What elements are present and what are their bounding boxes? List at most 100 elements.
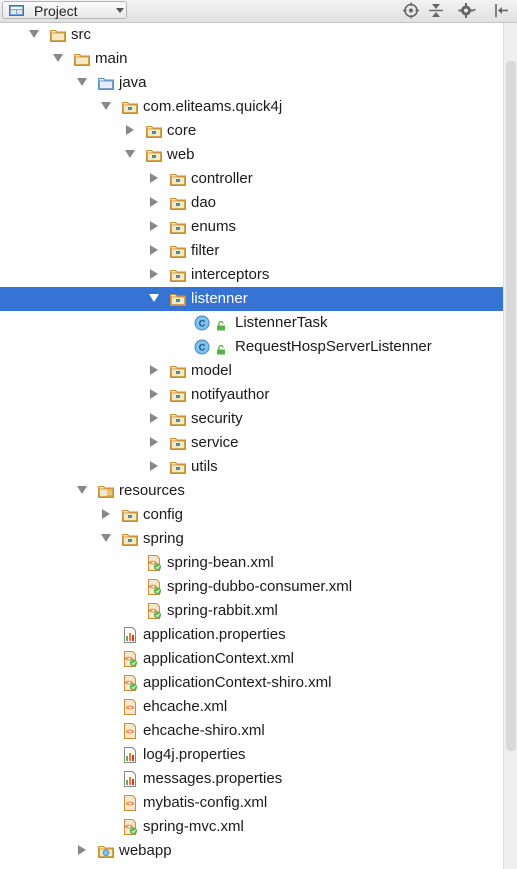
package-icon bbox=[170, 243, 186, 259]
project-view-label: Project bbox=[34, 3, 78, 19]
tree-item[interactable]: <> ehcache.xml bbox=[0, 695, 503, 719]
collapsed-arrow-icon[interactable] bbox=[150, 221, 158, 231]
tree-item[interactable]: application.properties bbox=[0, 623, 503, 647]
package-icon bbox=[146, 123, 162, 139]
expanded-arrow-icon[interactable] bbox=[77, 486, 87, 494]
tree-item-label: ehcache-shiro.xml bbox=[143, 722, 265, 739]
collapse-all-icon[interactable] bbox=[427, 2, 445, 19]
tree-item[interactable]: src bbox=[0, 23, 503, 47]
tree-item[interactable]: log4j.properties bbox=[0, 743, 503, 767]
tree-item[interactable]: config bbox=[0, 503, 503, 527]
svg-text:<>: <> bbox=[126, 801, 134, 808]
vertical-scrollbar[interactable] bbox=[503, 23, 517, 869]
collapsed-arrow-icon[interactable] bbox=[150, 269, 158, 279]
expanded-arrow-icon[interactable] bbox=[101, 534, 111, 542]
collapsed-arrow-icon[interactable] bbox=[150, 413, 158, 423]
collapsed-arrow-icon[interactable] bbox=[102, 509, 110, 519]
tree-item[interactable]: core bbox=[0, 119, 503, 143]
expanded-arrow-icon[interactable] bbox=[77, 78, 87, 86]
svg-text:C: C bbox=[199, 343, 206, 353]
tree-item-label: RequestHospServerListenner bbox=[235, 338, 432, 355]
tree-item[interactable]: web bbox=[0, 143, 503, 167]
tree-item[interactable]: utils bbox=[0, 455, 503, 479]
tree-item[interactable]: <> spring-rabbit.xml bbox=[0, 599, 503, 623]
tree-item[interactable]: <> spring-bean.xml bbox=[0, 551, 503, 575]
tree-item[interactable]: model bbox=[0, 359, 503, 383]
folder-icon bbox=[50, 27, 66, 43]
properties-icon bbox=[122, 627, 138, 643]
collapsed-arrow-icon[interactable] bbox=[150, 365, 158, 375]
package-icon bbox=[170, 411, 186, 427]
tree-item[interactable]: <> spring-dubbo-consumer.xml bbox=[0, 575, 503, 599]
collapsed-arrow-icon[interactable] bbox=[150, 245, 158, 255]
tree-item-label: config bbox=[143, 506, 184, 523]
project-toolbar: Project bbox=[0, 0, 517, 23]
tree-item[interactable]: filter bbox=[0, 239, 503, 263]
web-folder-icon bbox=[98, 843, 114, 859]
expanded-arrow-icon[interactable] bbox=[149, 294, 159, 302]
tree-item-label: spring-mvc.xml bbox=[143, 818, 244, 835]
tree-item[interactable]: enums bbox=[0, 215, 503, 239]
tree-item-label: controller bbox=[191, 170, 253, 187]
tree-item-label: messages.properties bbox=[143, 770, 283, 787]
tree-item-label: log4j.properties bbox=[143, 746, 246, 763]
collapsed-arrow-icon[interactable] bbox=[150, 437, 158, 447]
tree-item-label: java bbox=[119, 74, 147, 91]
package-icon bbox=[170, 219, 186, 235]
tree-item[interactable]: messages.properties bbox=[0, 767, 503, 791]
collapsed-arrow-icon[interactable] bbox=[126, 125, 134, 135]
tree-item-label: ListennerTask bbox=[235, 314, 328, 331]
tree-item[interactable]: security bbox=[0, 407, 503, 431]
tree-item[interactable]: listenner bbox=[0, 287, 503, 311]
package-icon bbox=[170, 435, 186, 451]
expanded-arrow-icon[interactable] bbox=[29, 30, 39, 38]
package-icon bbox=[122, 531, 138, 547]
package-icon bbox=[146, 147, 162, 163]
tree-item[interactable]: dao bbox=[0, 191, 503, 215]
expanded-arrow-icon[interactable] bbox=[125, 150, 135, 158]
project-view-selector[interactable]: Project bbox=[2, 1, 127, 19]
tree-item[interactable]: C RequestHospServerListenner bbox=[0, 335, 503, 359]
tree-item[interactable]: <> applicationContext.xml bbox=[0, 647, 503, 671]
collapsed-arrow-icon[interactable] bbox=[150, 389, 158, 399]
svg-text:<>: <> bbox=[126, 705, 134, 712]
tree-item[interactable]: <> ehcache-shiro.xml bbox=[0, 719, 503, 743]
tree-item[interactable]: C ListennerTask bbox=[0, 311, 503, 335]
tree-item-label: notifyauthor bbox=[191, 386, 270, 403]
collapsed-arrow-icon[interactable] bbox=[150, 197, 158, 207]
tree-item-label: mybatis-config.xml bbox=[143, 794, 268, 811]
tree-item[interactable]: webapp bbox=[0, 839, 503, 863]
expanded-arrow-icon[interactable] bbox=[101, 102, 111, 110]
tree-item-label: web bbox=[167, 146, 195, 163]
resources-folder-icon bbox=[98, 483, 114, 499]
tree-item[interactable]: <> spring-mvc.xml bbox=[0, 815, 503, 839]
tree-item[interactable]: controller bbox=[0, 167, 503, 191]
package-icon bbox=[170, 387, 186, 403]
tree-item-label: listenner bbox=[191, 290, 248, 307]
tree-item[interactable]: spring bbox=[0, 527, 503, 551]
locate-icon[interactable] bbox=[402, 2, 420, 19]
lock-icon bbox=[216, 342, 226, 355]
tree-item[interactable]: notifyauthor bbox=[0, 383, 503, 407]
tree-item-label: service bbox=[191, 434, 239, 451]
tree-item[interactable]: interceptors bbox=[0, 263, 503, 287]
hide-panel-icon[interactable] bbox=[493, 2, 511, 19]
collapsed-arrow-icon[interactable] bbox=[150, 461, 158, 471]
tree-item[interactable]: <> applicationContext-shiro.xml bbox=[0, 671, 503, 695]
chevron-down-icon bbox=[116, 8, 124, 13]
tree-item[interactable]: service bbox=[0, 431, 503, 455]
expanded-arrow-icon[interactable] bbox=[53, 54, 63, 62]
tree-item-label: spring-bean.xml bbox=[167, 554, 274, 571]
tree-item[interactable]: com.eliteams.quick4j bbox=[0, 95, 503, 119]
package-icon bbox=[170, 459, 186, 475]
scrollbar-thumb[interactable] bbox=[506, 61, 516, 751]
spring-xml-icon: <> bbox=[146, 555, 162, 571]
tree-item[interactable]: <> mybatis-config.xml bbox=[0, 791, 503, 815]
tree-item[interactable]: main bbox=[0, 47, 503, 71]
tree-item[interactable]: resources bbox=[0, 479, 503, 503]
java-class-icon: C bbox=[194, 315, 210, 331]
gear-icon[interactable] bbox=[458, 2, 476, 19]
collapsed-arrow-icon[interactable] bbox=[78, 845, 86, 855]
tree-item[interactable]: java bbox=[0, 71, 503, 95]
collapsed-arrow-icon[interactable] bbox=[150, 173, 158, 183]
